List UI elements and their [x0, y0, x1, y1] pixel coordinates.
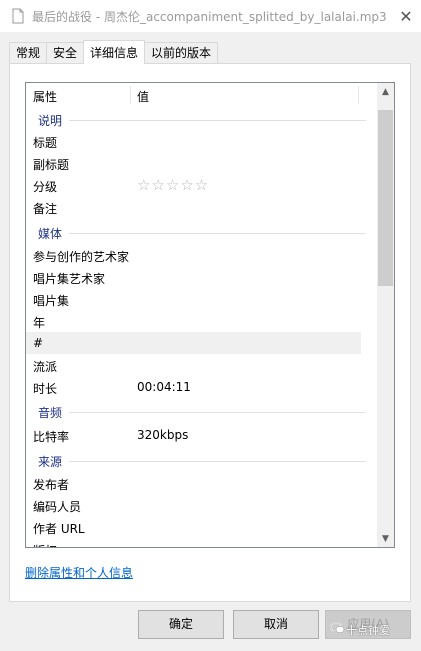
row-encoded-by[interactable]: 编码人员	[26, 494, 361, 516]
property-name: 唱片集艺术家	[33, 272, 106, 286]
property-name: 年	[33, 316, 46, 330]
group-divider	[69, 461, 366, 462]
scrollbar-thumb[interactable]	[378, 110, 393, 286]
window-title: 最后的战役 - 周杰伦_accompaniment_splitted_by_la…	[32, 10, 387, 24]
title-bar: 最后的战役 - 周杰伦_accompaniment_splitted_by_la…	[0, 0, 421, 33]
property-name: 流派	[33, 360, 58, 374]
property-name: 作者 URL	[33, 522, 85, 536]
property-name: #	[33, 336, 44, 350]
tab-strip: 常规 安全 详细信息 以前的版本	[9, 40, 219, 64]
row-album-artist[interactable]: 唱片集艺术家	[26, 266, 361, 288]
file-icon	[12, 8, 24, 24]
group-source[interactable]: 来源	[26, 450, 366, 470]
group-label: 音频	[38, 406, 63, 420]
cancel-button[interactable]: 取消	[233, 610, 319, 639]
row-year[interactable]: 年	[26, 310, 361, 332]
group-divider	[69, 412, 366, 413]
row-rating[interactable]: 分级 ☆☆☆☆☆	[26, 174, 361, 196]
property-name: 发布者	[33, 478, 70, 492]
property-value: 320kbps	[137, 428, 189, 442]
tab-details[interactable]: 详细信息	[83, 40, 146, 64]
close-button[interactable]: ✕	[391, 0, 421, 33]
group-label: 来源	[38, 455, 63, 469]
group-media[interactable]: 媒体	[26, 222, 366, 242]
properties-list[interactable]: 属性 值 说明 标题 副标题 分级 ☆☆☆☆☆ 备注 媒体 参与创作的艺术家 唱…	[25, 82, 395, 548]
scroll-down-arrow-icon[interactable]: ▼	[377, 530, 394, 547]
details-panel: 属性 值 说明 标题 副标题 分级 ☆☆☆☆☆ 备注 媒体 参与创作的艺术家 唱…	[9, 63, 411, 602]
property-value: 00:04:11	[137, 380, 191, 394]
watermark-text: 十点钟爱	[346, 624, 390, 637]
row-album[interactable]: 唱片集	[26, 288, 361, 310]
property-name: 副标题	[33, 158, 70, 172]
row-genre[interactable]: 流派	[26, 354, 361, 376]
property-name: 版权	[33, 542, 57, 547]
property-name: 唱片集	[33, 294, 70, 308]
row-contributing-artists[interactable]: 参与创作的艺术家	[26, 244, 361, 266]
row-author-url[interactable]: 作者 URL	[26, 516, 361, 538]
tab-previous-versions[interactable]: 以前的版本	[144, 42, 219, 64]
wechat-icon	[330, 621, 345, 634]
property-name: 时长	[33, 382, 58, 396]
group-label: 说明	[38, 114, 63, 128]
property-name: 参与创作的艺术家	[33, 250, 130, 264]
group-audio[interactable]: 音频	[26, 401, 366, 421]
column-divider[interactable]	[358, 86, 359, 104]
list-header: 属性 值	[26, 83, 378, 107]
vertical-scrollbar[interactable]: ▲ ▼	[377, 83, 394, 547]
property-name: 标题	[33, 136, 58, 150]
column-header-property[interactable]: 属性	[33, 88, 57, 105]
group-divider	[69, 120, 366, 121]
property-name: 备注	[33, 202, 58, 216]
row-copyright[interactable]: 版权	[26, 538, 361, 547]
group-description[interactable]: 说明	[26, 109, 366, 129]
scroll-up-arrow-icon[interactable]: ▲	[377, 83, 394, 100]
group-divider	[69, 233, 366, 234]
column-divider[interactable]	[130, 86, 131, 104]
property-name: 分级	[33, 180, 58, 194]
column-header-value[interactable]: 值	[137, 88, 149, 105]
row-bitrate[interactable]: 比特率 320kbps	[26, 424, 361, 446]
tab-general[interactable]: 常规	[9, 42, 48, 64]
remove-properties-link[interactable]: 删除属性和个人信息	[25, 564, 133, 581]
row-title[interactable]: 标题	[26, 130, 361, 152]
group-label: 媒体	[38, 227, 63, 241]
ok-button[interactable]: 确定	[138, 610, 224, 639]
row-comments[interactable]: 备注	[26, 196, 361, 218]
tab-security[interactable]: 安全	[46, 42, 85, 64]
row-subtitle[interactable]: 副标题	[26, 152, 361, 174]
row-length[interactable]: 时长 00:04:11	[26, 376, 361, 398]
row-publisher[interactable]: 发布者	[26, 472, 361, 494]
row-track-number[interactable]: #	[26, 332, 361, 354]
rating-stars[interactable]: ☆☆☆☆☆	[137, 176, 209, 194]
property-name: 编码人员	[33, 500, 82, 514]
property-name: 比特率	[33, 430, 70, 444]
